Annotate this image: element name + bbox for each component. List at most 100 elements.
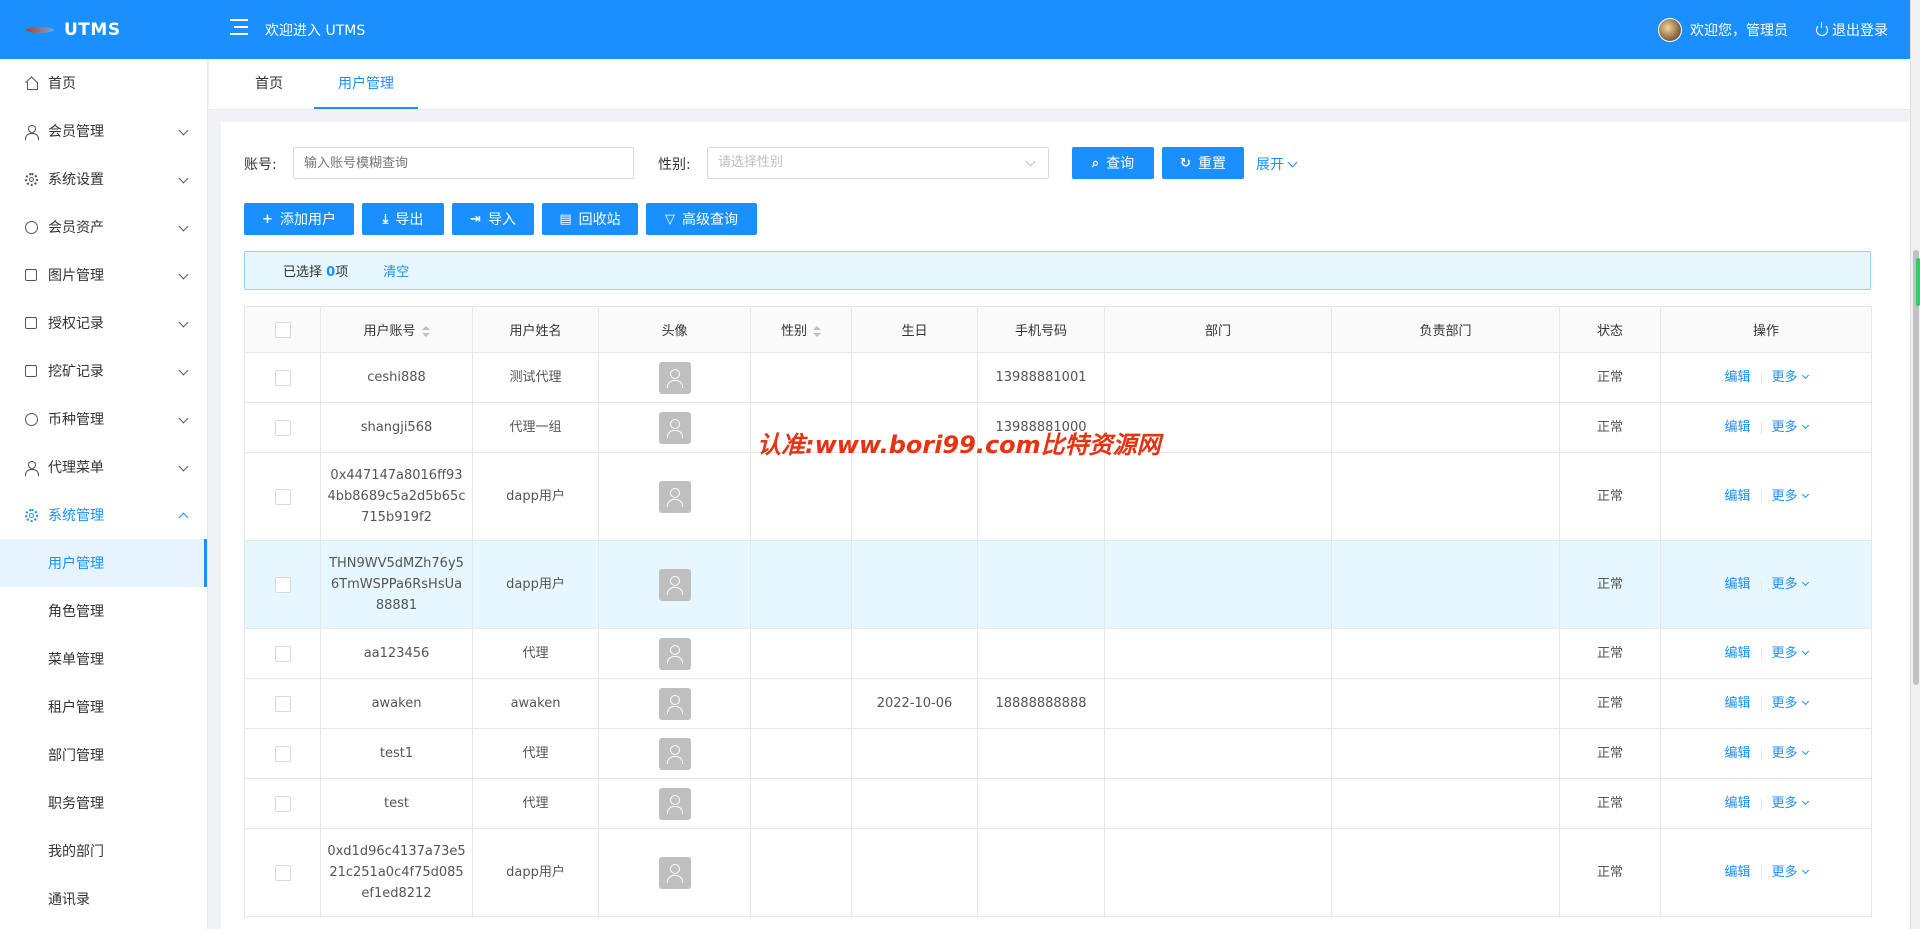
sidebar-item-9[interactable]: 系统管理 <box>0 491 207 539</box>
row-checkbox[interactable] <box>274 795 291 812</box>
edit-link[interactable]: 编辑 <box>1724 646 1750 661</box>
chevron-down-icon <box>1801 421 1809 430</box>
search-icon: ⌕ <box>1091 155 1100 171</box>
sidebar-subitem-7[interactable]: 通讯录 <box>0 875 207 923</box>
row-checkbox[interactable] <box>274 645 291 662</box>
sidebar-item-1[interactable]: 会员管理 <box>0 107 207 155</box>
chevron-down-icon <box>1801 797 1809 806</box>
add-user-button[interactable]: + 添加用户 <box>244 203 354 235</box>
more-dropdown[interactable]: 更多 <box>1772 796 1809 811</box>
scrollbar-thumb[interactable] <box>1913 250 1919 685</box>
more-dropdown[interactable]: 更多 <box>1772 696 1809 711</box>
sidebar-subitem-6[interactable]: 我的部门 <box>0 827 207 875</box>
cell-account: aa123456 <box>320 628 473 679</box>
table-row[interactable]: test 代理 正常 编辑 更多 <box>244 778 1872 829</box>
row-checkbox[interactable] <box>274 576 291 593</box>
col-gender[interactable]: 性别 <box>750 306 852 353</box>
user-avatar-icon <box>658 411 691 444</box>
row-checkbox[interactable] <box>274 745 291 762</box>
sidebar-subitem-2[interactable]: 菜单管理 <box>0 635 207 683</box>
cell-name: 测试代理 <box>472 352 599 403</box>
sidebar-subitem-4[interactable]: 部门管理 <box>0 731 207 779</box>
menu-fold-icon[interactable] <box>226 16 248 38</box>
row-checkbox-cell <box>244 728 321 779</box>
page-scrollbar[interactable] <box>1910 0 1920 929</box>
edit-link[interactable]: 编辑 <box>1724 746 1750 761</box>
sort-icon[interactable] <box>813 325 821 338</box>
row-checkbox[interactable] <box>274 864 291 881</box>
more-dropdown[interactable]: 更多 <box>1772 420 1809 435</box>
query-label: 查询 <box>1106 156 1135 172</box>
row-checkbox[interactable] <box>274 695 291 712</box>
sidebar-item-3[interactable]: 会员资产 <box>0 203 207 251</box>
col-lead-dept: 负责部门 <box>1331 306 1560 353</box>
sidebar-item-8[interactable]: 代理菜单 <box>0 443 207 491</box>
sidebar-item-5[interactable]: 授权记录 <box>0 299 207 347</box>
cell-name: awaken <box>472 678 599 729</box>
more-dropdown[interactable]: 更多 <box>1772 646 1809 661</box>
row-checkbox[interactable] <box>274 419 291 436</box>
edit-link[interactable]: 编辑 <box>1724 696 1750 711</box>
clear-selection-link[interactable]: 清空 <box>383 261 409 280</box>
sidebar-item-6[interactable]: 挖矿记录 <box>0 347 207 395</box>
table-row[interactable]: THN9WV5dMZh76y56TmWSPPa6RsHsUa88881 dapp用… <box>244 540 1872 629</box>
reset-button[interactable]: ↻ 重置 <box>1162 147 1244 179</box>
import-button[interactable]: ⇥ 导入 <box>452 203 534 235</box>
table-row[interactable]: test1 代理 正常 编辑 更多 <box>244 728 1872 779</box>
table-row[interactable]: 0x447147a8016ff934bb8689c5a2d5b65c715b91… <box>244 452 1872 541</box>
table-row[interactable]: ceshi888 测试代理 13988881001 正常 编辑 更多 <box>244 352 1872 403</box>
account-search-input[interactable] <box>293 147 634 179</box>
sidebar-subitem-3[interactable]: 租户管理 <box>0 683 207 731</box>
gender-select[interactable]: 请选择性别 <box>707 147 1049 179</box>
sidebar-item-2[interactable]: 系统设置 <box>0 155 207 203</box>
table-row[interactable]: aa123456 代理 正常 编辑 更多 <box>244 628 1872 679</box>
cell-name: 代理 <box>472 778 599 829</box>
sidebar-item-4[interactable]: 图片管理 <box>0 251 207 299</box>
more-dropdown[interactable]: 更多 <box>1772 489 1809 504</box>
cell-gender <box>750 352 852 403</box>
query-button[interactable]: ⌕ 查询 <box>1072 147 1154 179</box>
table-row[interactable]: awaken awaken 2022-10-06 18888888888 正常 编辑 更多 <box>244 678 1872 729</box>
avatar[interactable] <box>1658 17 1682 42</box>
selection-alert: 已选择 0项 清空 <box>244 251 1871 290</box>
actions-cell: 编辑 更多 <box>1660 540 1872 629</box>
chevron-up-icon <box>178 512 189 523</box>
advanced-query-button[interactable]: ▽ 高级查询 <box>646 203 757 235</box>
col-account[interactable]: 用户账号 <box>320 306 473 353</box>
select-all-checkbox[interactable] <box>274 321 291 338</box>
edit-link[interactable]: 编辑 <box>1724 370 1750 385</box>
logout-label: 退出登录 <box>1832 22 1888 39</box>
more-dropdown[interactable]: 更多 <box>1772 370 1809 385</box>
more-dropdown[interactable]: 更多 <box>1772 746 1809 761</box>
export-button[interactable]: ⤓ 导出 <box>362 203 444 235</box>
sidebar-subitem-1[interactable]: 角色管理 <box>0 587 207 635</box>
row-checkbox[interactable] <box>274 369 291 386</box>
expand-link[interactable]: 展开 <box>1256 154 1298 174</box>
sidebar-subitem-0[interactable]: 用户管理 <box>0 539 207 587</box>
sidebar-item-0[interactable]: 首页 <box>0 59 207 107</box>
cell-lead_dept <box>1331 402 1560 453</box>
logout-button[interactable]: 退出登录 <box>1816 20 1888 40</box>
more-dropdown[interactable]: 更多 <box>1772 865 1809 880</box>
more-dropdown[interactable]: 更多 <box>1772 577 1809 592</box>
sort-icon[interactable] <box>421 325 430 338</box>
tab-home[interactable]: 首页 <box>243 59 295 109</box>
edit-link[interactable]: 编辑 <box>1724 796 1750 811</box>
user-avatar-icon <box>658 687 691 720</box>
tab-user-management[interactable]: 用户管理 <box>314 59 418 109</box>
edit-link[interactable]: 编辑 <box>1724 420 1750 435</box>
sidebar-subitem-5[interactable]: 职务管理 <box>0 779 207 827</box>
edit-link[interactable]: 编辑 <box>1724 865 1750 880</box>
edit-link[interactable]: 编辑 <box>1724 489 1750 504</box>
col-actions: 操作 <box>1660 306 1872 353</box>
cell-dept <box>1104 452 1332 541</box>
recycle-bin-button[interactable]: ▤ 回收站 <box>542 203 638 235</box>
row-checkbox[interactable] <box>274 488 291 505</box>
table-row[interactable]: 0xd1d96c4137a73e521c251a0c4f75d085ef1ed8… <box>244 828 1872 917</box>
user-area: 欢迎您，管理员 退出登录 <box>1658 0 1888 59</box>
edit-link[interactable]: 编辑 <box>1724 577 1750 592</box>
cell-lead_dept <box>1331 452 1560 541</box>
sidebar-item-7[interactable]: 币种管理 <box>0 395 207 443</box>
cell-lead_dept <box>1331 352 1560 403</box>
gender-select-placeholder: 请选择性别 <box>718 155 784 170</box>
